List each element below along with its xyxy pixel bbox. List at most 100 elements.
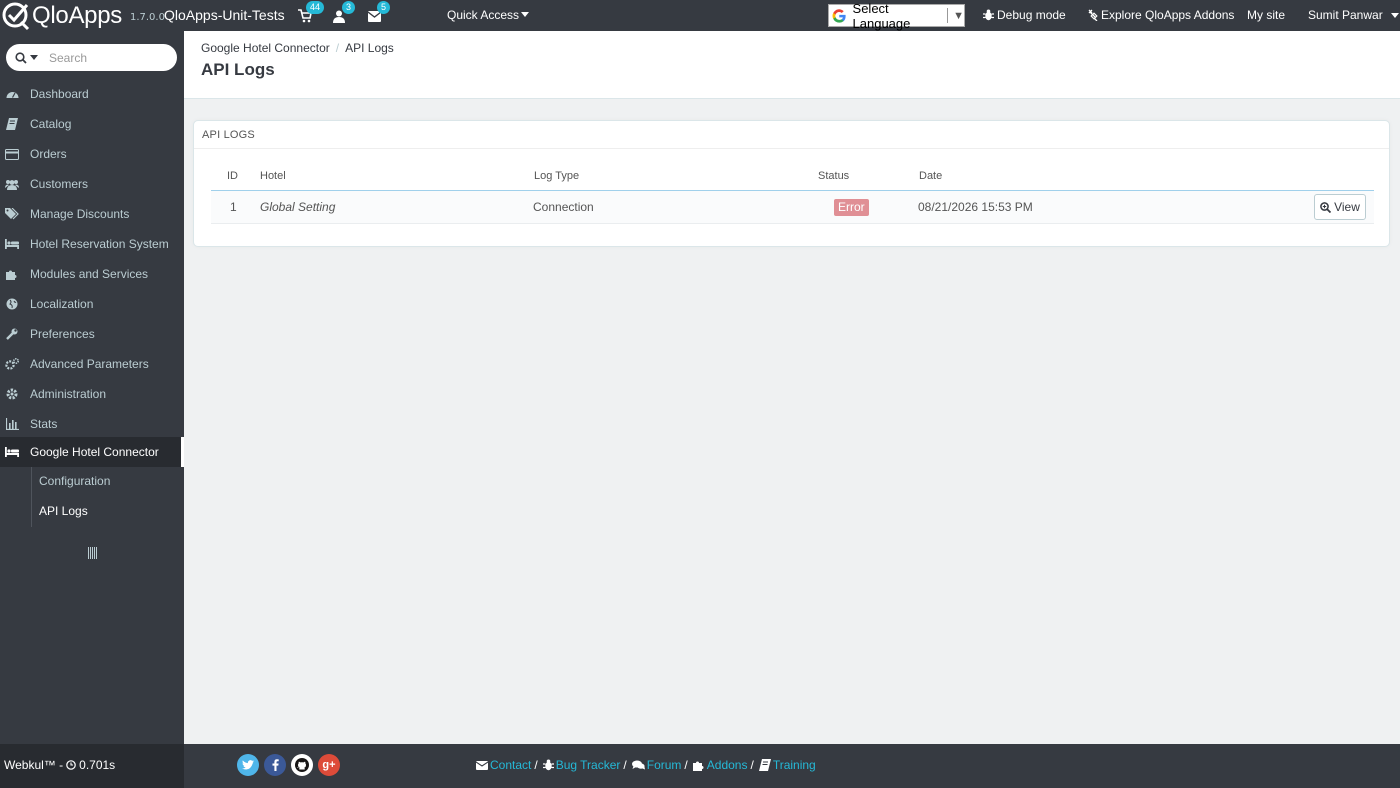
version-label: 1.7.0.0: [129, 12, 165, 23]
cell-date: 08/21/2026 15:53 PM: [918, 200, 1033, 214]
sidebar-item-label: Orders: [30, 147, 67, 161]
twitter-icon[interactable]: [237, 754, 259, 776]
sidebar-item-stats[interactable]: Stats: [0, 409, 184, 439]
sidebar-item-label: Customers: [30, 177, 89, 191]
sidebar-item-preferences[interactable]: Preferences: [0, 319, 184, 349]
footer-link-bug-tracker[interactable]: Bug Tracker: [556, 758, 621, 772]
sidebar-item-label: Administration: [30, 387, 107, 401]
sidebar-item-customers[interactable]: Customers: [0, 169, 184, 199]
breadcrumb-item[interactable]: API Logs: [345, 41, 394, 55]
search-input[interactable]: Search: [49, 51, 87, 65]
google-icon: [832, 8, 846, 23]
sidebar-item-label: Manage Discounts: [30, 207, 130, 221]
language-label: Select Language: [852, 0, 911, 31]
tags-icon: [5, 207, 19, 221]
bug-icon: [542, 759, 554, 771]
explore-addons-link[interactable]: Explore QloApps Addons: [1087, 8, 1234, 22]
column-header-hotel[interactable]: Hotel: [260, 170, 286, 182]
footer-link-training[interactable]: Training: [773, 758, 816, 772]
footer-separator: /: [534, 758, 538, 772]
sidebar-item-hotel-reservation[interactable]: Hotel Reservation System: [0, 229, 184, 259]
table-row[interactable]: 1 Global Setting Connection Error 08/21/…: [211, 191, 1374, 224]
quick-access-dropdown[interactable]: Quick Access: [447, 8, 530, 22]
column-header-log-type[interactable]: Log Type: [534, 170, 579, 182]
bed-icon: [5, 445, 19, 459]
bed-icon: [5, 237, 19, 251]
sidebar-item-manage-discounts[interactable]: Manage Discounts: [0, 199, 184, 229]
caret-down-icon: [1390, 12, 1399, 18]
orders-badge: 44: [306, 1, 325, 14]
select-divider: [947, 8, 949, 23]
column-header-status[interactable]: Status: [818, 170, 849, 182]
puzzle-icon: [692, 759, 705, 771]
sidebar-item-google-hotel-connector[interactable]: Google Hotel Connector: [0, 437, 184, 467]
footer-left: Webkul™ - 0.701s: [0, 744, 184, 788]
cog-icon: [5, 387, 19, 401]
customers-notification[interactable]: 3: [333, 1, 356, 24]
view-button-label: View: [1334, 200, 1360, 214]
sidebar-item-orders[interactable]: Orders: [0, 139, 184, 169]
facebook-icon[interactable]: [264, 754, 286, 776]
breadcrumb: Google Hotel Connector / API Logs: [201, 41, 394, 55]
debug-mode-link[interactable]: Debug mode: [983, 8, 1066, 22]
footer-brand: Webkul™ - 0.701s: [4, 758, 115, 772]
footer-brand-label: Webkul™ -: [4, 758, 64, 772]
cell-hotel: Global Setting: [260, 200, 336, 214]
my-site-link[interactable]: My site: [1247, 8, 1285, 22]
orders-notification[interactable]: 44: [298, 1, 325, 24]
sidebar-item-dashboard[interactable]: Dashboard: [0, 79, 184, 109]
bar-chart-icon: [5, 417, 19, 431]
sidebar-item-localization[interactable]: Localization: [0, 289, 184, 319]
sidebar-item-label: Advanced Parameters: [30, 357, 149, 371]
google-plus-icon[interactable]: g+: [318, 754, 340, 776]
caret-down-icon: [521, 12, 530, 17]
page-title: API Logs: [201, 60, 275, 79]
column-header-date[interactable]: Date: [919, 170, 942, 182]
search-type-toggle[interactable]: [15, 51, 49, 64]
explore-addons-label: Explore QloApps Addons: [1101, 8, 1235, 22]
language-select[interactable]: Select Language ▼: [828, 1, 965, 31]
sidebar-item-modules[interactable]: Modules and Services: [0, 259, 184, 289]
subitem-api-logs[interactable]: API Logs: [39, 504, 88, 518]
footer-separator: /: [750, 758, 754, 772]
footer-separator: /: [684, 758, 688, 772]
qloapps-logo[interactable]: QloApps 1.7.0.0: [0, 0, 165, 31]
credit-card-icon: [5, 147, 19, 161]
envelope-icon: [476, 760, 488, 770]
sidebar-item-catalog[interactable]: Catalog: [0, 109, 184, 139]
cell-id: 1: [230, 200, 237, 214]
bug-icon: [983, 9, 994, 21]
sidebar-item-label: Catalog: [30, 117, 72, 131]
view-button[interactable]: View: [1314, 194, 1366, 220]
sidebar-item-advanced-parameters[interactable]: Advanced Parameters: [0, 349, 184, 379]
footer-links: Contact / Bug Tracker / Forum / Addons / Tra…: [476, 758, 816, 772]
footer-link-addons[interactable]: Addons: [707, 758, 748, 772]
column-header-id[interactable]: ID: [227, 170, 238, 182]
github-icon[interactable]: [291, 754, 313, 776]
debug-mode-label: Debug mode: [997, 8, 1066, 22]
shop-name-link[interactable]: QloApps-Unit-Tests: [164, 7, 285, 23]
breadcrumb-item[interactable]: Google Hotel Connector: [201, 41, 330, 55]
sidebar-item-label: Hotel Reservation System: [30, 237, 169, 251]
user-menu[interactable]: Sumit Panwar: [1308, 8, 1399, 22]
top-header: QloApps 1.7.0.0 QloApps-Unit-Tests 44 3 …: [0, 0, 1400, 31]
search-field[interactable]: Search: [6, 44, 177, 71]
footer-link-contact[interactable]: Contact: [490, 758, 531, 772]
subitem-configuration[interactable]: Configuration: [39, 474, 110, 488]
quick-access-label: Quick Access: [447, 8, 520, 22]
breadcrumb-separator: /: [335, 41, 340, 55]
sidebar-item-label: Dashboard: [30, 87, 89, 101]
sidebar-item-label: Stats: [30, 417, 58, 431]
users-icon: [5, 177, 19, 191]
puzzle-icon: [5, 267, 19, 281]
messages-notification[interactable]: 5: [367, 1, 391, 24]
customers-badge: 3: [342, 1, 356, 14]
sidebar-item-administration[interactable]: Administration: [0, 379, 184, 409]
cogs-icon: [5, 357, 19, 371]
api-logs-panel: API LOGS ID Hotel Log Type Status Date 1…: [193, 120, 1390, 247]
footer-link-forum[interactable]: Forum: [647, 758, 682, 772]
load-time: 0.701s: [79, 758, 116, 772]
user-name: Sumit Panwar: [1308, 8, 1383, 22]
sidebar-collapse-handle[interactable]: [88, 547, 97, 559]
book-icon: [5, 117, 19, 131]
